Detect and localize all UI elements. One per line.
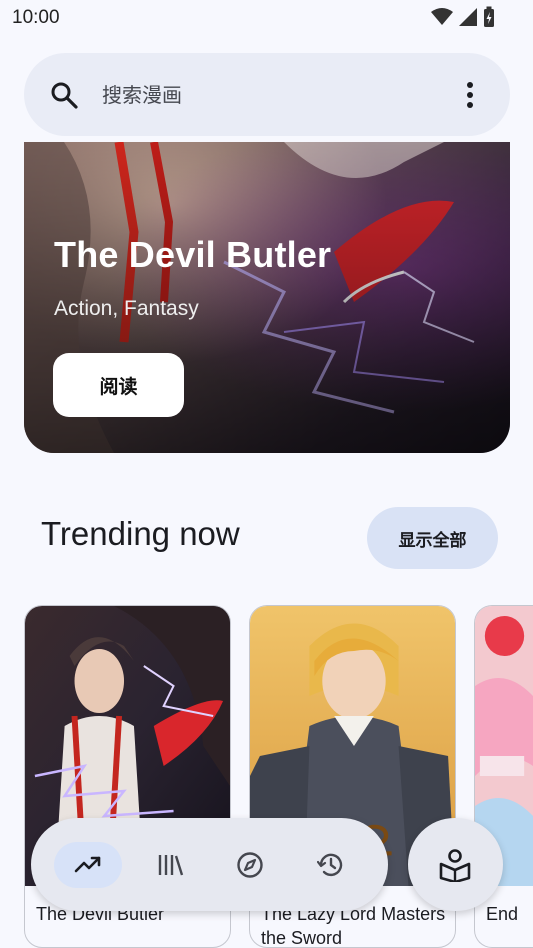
featured-banner[interactable]: The Devil Butler Action, Fantasy 阅读: [24, 142, 510, 453]
library-icon: [158, 855, 184, 876]
wifi-icon: [431, 8, 453, 25]
nav-library[interactable]: [136, 842, 204, 888]
battery-icon: [484, 6, 494, 27]
read-button[interactable]: 阅读: [53, 353, 184, 417]
show-all-button[interactable]: 显示全部: [367, 507, 498, 569]
status-time: 10:00: [12, 7, 60, 28]
featured-genres: Action, Fantasy: [54, 297, 199, 320]
reader-icon: [439, 849, 471, 882]
search-icon[interactable]: [50, 81, 78, 109]
history-icon: [317, 853, 343, 877]
nav-history[interactable]: [297, 842, 365, 888]
bottom-navigation: [31, 818, 388, 911]
nav-trending[interactable]: [54, 842, 122, 888]
signal-icon: [459, 8, 477, 26]
featured-title: The Devil Butler: [54, 234, 332, 275]
section-title: Trending now: [41, 515, 240, 552]
nav-explore[interactable]: [216, 842, 284, 888]
explore-icon: [237, 852, 263, 878]
status-bar: 10:00: [0, 0, 533, 36]
status-icons: [431, 6, 495, 28]
search-bar[interactable]: [24, 53, 510, 136]
more-options-icon[interactable]: [456, 81, 484, 109]
search-input[interactable]: [102, 75, 442, 115]
manga-title: End: [486, 904, 519, 924]
trending-icon: [74, 856, 101, 873]
reader-fab[interactable]: [408, 818, 503, 911]
